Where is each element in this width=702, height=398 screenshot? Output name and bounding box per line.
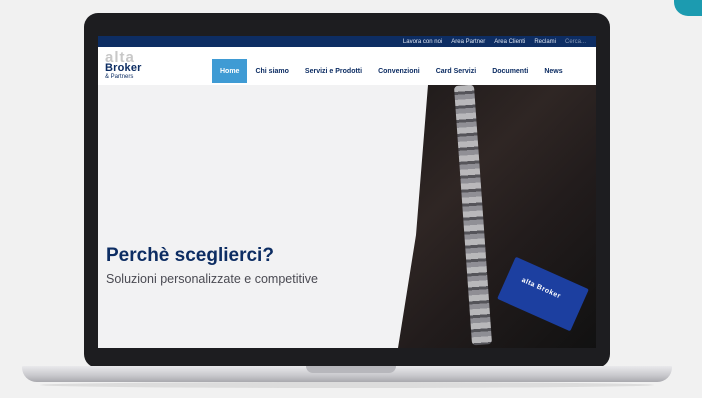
- search-input[interactable]: Cerca...: [565, 39, 586, 45]
- hero-title: Perchè sceglierci?: [106, 245, 274, 266]
- topbar-link-reclami[interactable]: Reclami: [534, 39, 556, 45]
- corner-accent: [674, 0, 702, 16]
- hero-subtitle: Soluzioni personalizzate e competitive: [106, 272, 318, 286]
- nav-home[interactable]: Home: [212, 59, 248, 83]
- nav-convenzioni[interactable]: Convenzioni: [370, 59, 428, 83]
- top-utility-bar: Lavora con noi Area Partner Area Clienti…: [98, 36, 596, 47]
- main-navbar: alta Broker & Partners Home Chi siamo Se…: [98, 47, 596, 85]
- topbar-link-area-partner[interactable]: Area Partner: [451, 39, 485, 45]
- laptop-screen: Lavora con noi Area Partner Area Clienti…: [98, 36, 596, 348]
- laptop-notch: [306, 366, 396, 373]
- primary-nav: Home Chi siamo Servizi e Prodotti Conven…: [212, 59, 571, 83]
- nav-servizi-prodotti[interactable]: Servizi e Prodotti: [297, 59, 370, 83]
- logo-partners: & Partners: [105, 74, 134, 80]
- logo-broker: Broker: [105, 62, 142, 74]
- nav-chi-siamo[interactable]: Chi siamo: [247, 59, 296, 83]
- topbar-link-lavora[interactable]: Lavora con noi: [403, 39, 442, 45]
- nav-news[interactable]: News: [536, 59, 570, 83]
- nav-documenti[interactable]: Documenti: [484, 59, 536, 83]
- brand-logo[interactable]: alta Broker & Partners: [105, 49, 165, 83]
- laptop-shadow: [40, 382, 654, 388]
- nav-card-servizi[interactable]: Card Servizi: [428, 59, 484, 83]
- topbar-link-area-clienti[interactable]: Area Clienti: [494, 39, 525, 45]
- hero-banner: alta Broker Perchè sceglierci? Soluzioni…: [98, 85, 596, 348]
